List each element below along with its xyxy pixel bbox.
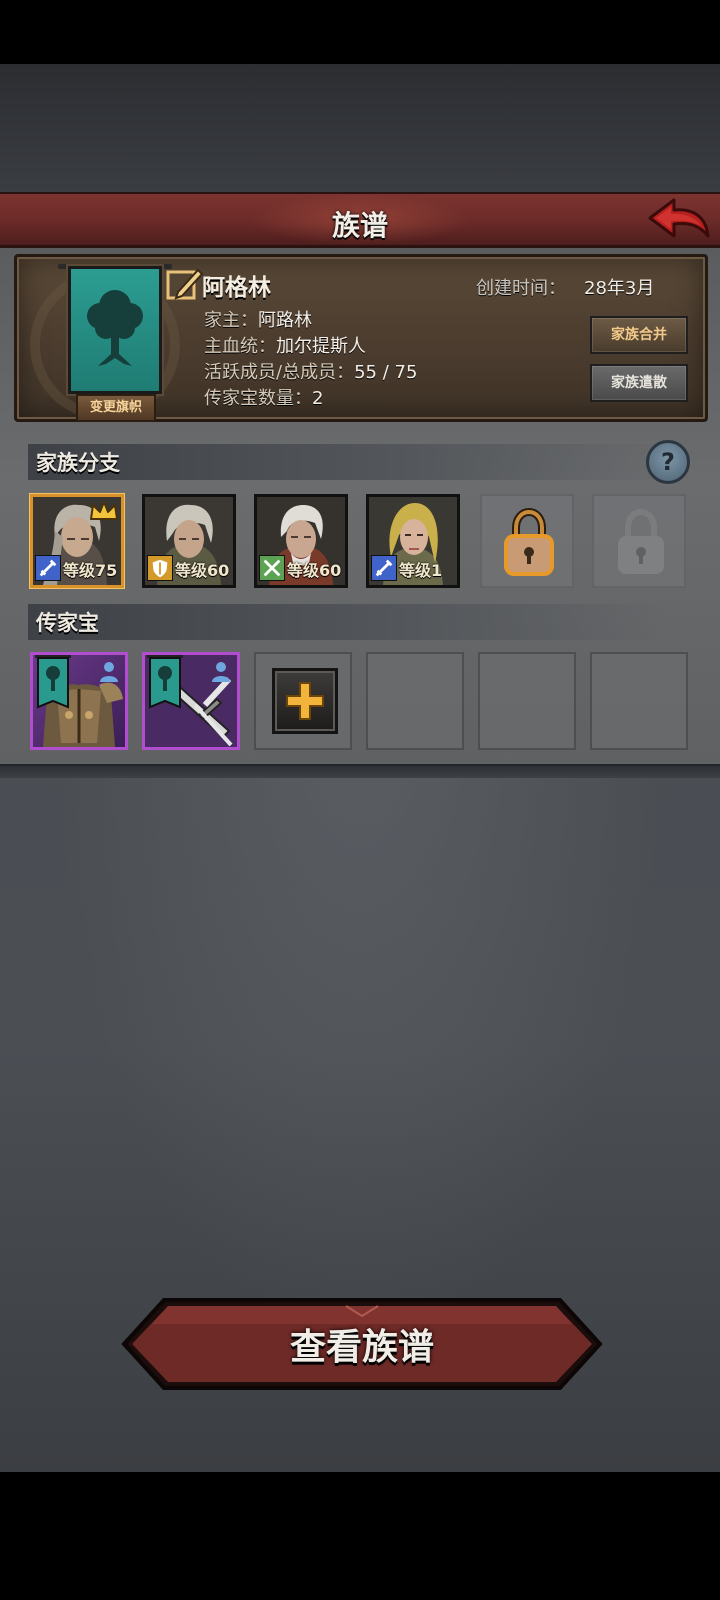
members-value: 55 / 75 bbox=[354, 362, 418, 383]
locked-branch-slot[interactable] bbox=[592, 494, 686, 588]
heirloom-empty-slot[interactable] bbox=[478, 652, 576, 750]
heirloom-section-header bbox=[28, 604, 668, 640]
members-row: 活跃成员/总成员：55 / 75 bbox=[204, 358, 417, 384]
sword-icon bbox=[35, 555, 61, 581]
heirloom-section-title: 传家宝 bbox=[36, 611, 99, 635]
members-label: 活跃成员/总成员： bbox=[204, 362, 355, 383]
crossed-swords-icon bbox=[259, 555, 285, 581]
family-name: 阿格林 bbox=[202, 275, 271, 301]
family-merge-button[interactable]: 家族合并 bbox=[590, 316, 688, 354]
heirloom-count-label: 传家宝数量： bbox=[204, 388, 312, 409]
page-title: 族谱 bbox=[331, 209, 388, 242]
branch-section-header bbox=[28, 444, 668, 480]
locked-branch-slot[interactable] bbox=[480, 494, 574, 588]
family-banner-icon bbox=[147, 655, 183, 709]
change-banner-button[interactable]: 变更旗帜 bbox=[76, 394, 156, 422]
heirloom-empty-slot[interactable] bbox=[590, 652, 688, 750]
family-head-label: 家主： bbox=[204, 310, 258, 331]
plus-icon bbox=[286, 682, 324, 720]
family-head-value: 阿路林 bbox=[258, 310, 312, 331]
member-level: 等级60 bbox=[175, 561, 230, 580]
member-level: 等级60 bbox=[287, 561, 342, 580]
lock-icon bbox=[618, 508, 664, 574]
created-time-value: 28年3月 bbox=[584, 278, 655, 299]
add-heirloom-button[interactable] bbox=[272, 668, 338, 734]
branch-member-slot[interactable]: 等级1 bbox=[366, 494, 460, 588]
title-bar: 族谱 bbox=[0, 192, 720, 248]
branch-member-slot[interactable]: 等级75 bbox=[30, 494, 124, 588]
heirloom-count-value: 2 bbox=[312, 388, 324, 409]
branch-member-slot[interactable]: 等级60 bbox=[142, 494, 236, 588]
family-head-row: 家主：阿路林 bbox=[204, 306, 312, 332]
bloodline-label: 主血统： bbox=[204, 336, 276, 357]
person-icon bbox=[100, 662, 118, 682]
view-family-tree-label: 查看族谱 bbox=[289, 1327, 434, 1368]
tree-emblem-icon bbox=[87, 290, 143, 366]
family-banner-icon bbox=[35, 655, 71, 709]
top-shade bbox=[0, 64, 720, 192]
branch-section-title: 家族分支 bbox=[36, 451, 120, 475]
person-icon bbox=[212, 662, 230, 682]
heirloom-slot[interactable] bbox=[142, 652, 240, 750]
crown-icon bbox=[90, 501, 118, 520]
back-button[interactable] bbox=[644, 196, 712, 244]
sword-icon bbox=[371, 555, 397, 581]
help-icon[interactable]: ? bbox=[646, 440, 690, 484]
branch-member-slot[interactable]: 等级60 bbox=[254, 494, 348, 588]
bloodline-row: 主血统：加尔提斯人 bbox=[204, 332, 366, 358]
member-level: 等级75 bbox=[63, 561, 118, 580]
member-level: 等级1 bbox=[399, 561, 443, 580]
heirloom-slot[interactable] bbox=[30, 652, 128, 750]
created-time-label: 创建时间： bbox=[476, 278, 566, 299]
panel-divider bbox=[0, 764, 720, 778]
heirloom-empty-slot[interactable] bbox=[366, 652, 464, 750]
family-disband-button[interactable]: 家族遣散 bbox=[590, 364, 688, 402]
bloodline-value: 加尔提斯人 bbox=[276, 336, 366, 357]
heirloom-count-row: 传家宝数量：2 bbox=[204, 384, 323, 410]
navigation-bar-area bbox=[0, 1472, 720, 1600]
status-bar-area bbox=[0, 0, 720, 64]
edit-name-icon[interactable] bbox=[164, 264, 204, 304]
lock-icon bbox=[504, 508, 554, 576]
shield-icon bbox=[147, 555, 173, 581]
